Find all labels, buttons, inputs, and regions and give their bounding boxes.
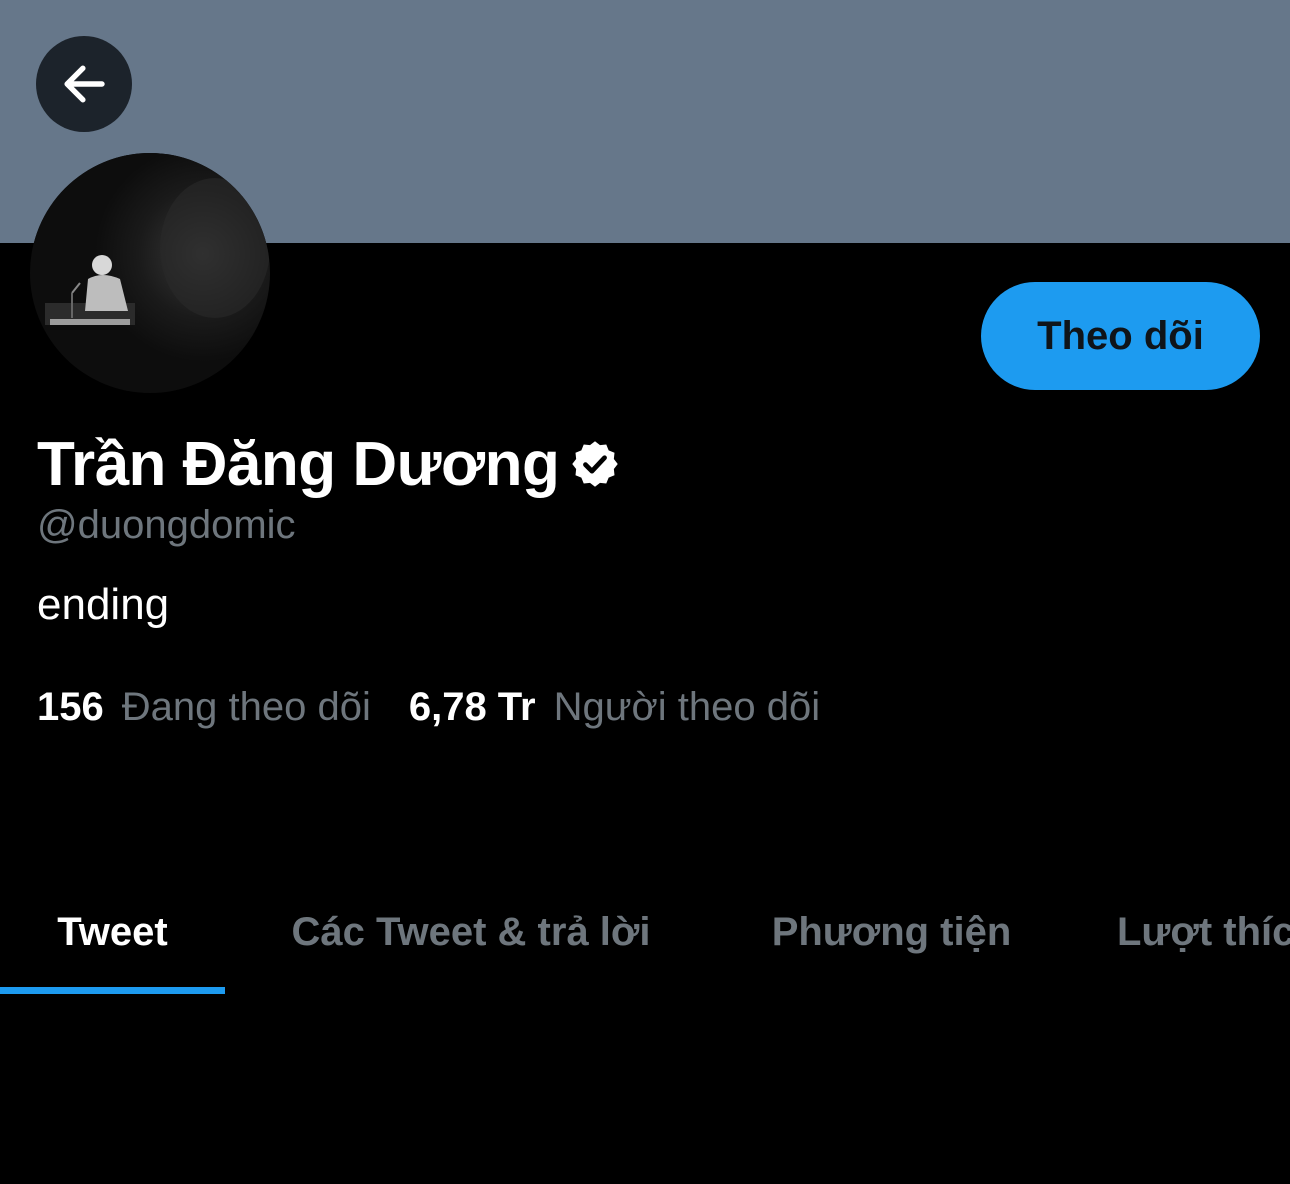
tab-label: Các Tweet & trả lời [291,909,651,954]
verified-badge-icon [572,441,619,487]
followers-count: 6,78 Tr [408,684,536,729]
back-button[interactable] [36,36,132,132]
arrow-left-icon [64,65,105,103]
active-tab-indicator [0,987,225,994]
following-count: 156 [37,684,104,729]
display-name: Trần Đăng Dương [37,429,560,499]
follow-button[interactable]: Theo dõi [981,282,1260,390]
tab-tweets[interactable]: Tweet [0,870,225,994]
profile-page: Theo dõi Trần Đăng Dương @duongdomic end… [0,0,1290,1184]
tab-label: Tweet [57,909,168,954]
avatar[interactable] [30,153,270,393]
tab-label: Lượt thích [1117,909,1290,954]
following-label: Đang theo dõi [121,684,371,729]
tab-media[interactable]: Phương tiện [717,870,1066,994]
profile-handle: @duongdomic [37,503,296,547]
followers-label: Người theo dõi [553,684,821,729]
tab-label: Phương tiện [771,909,1012,954]
followers-stat[interactable]: 6,78 Tr Người theo dõi [409,685,820,730]
tab-tweets-and-replies[interactable]: Các Tweet & trả lời [225,870,717,994]
profile-tabs: Tweet Các Tweet & trả lời Phương tiện Lư… [0,870,1290,994]
profile-bio: ending [37,580,170,629]
following-stat[interactable]: 156 Đang theo dõi [37,685,371,730]
tab-likes[interactable]: Lượt thích [1066,870,1290,994]
avatar-photo [30,153,270,393]
profile-name-row: Trần Đăng Dương [37,428,621,500]
profile-stats: 156 Đang theo dõi 6,78 Tr Người theo dõi [37,682,820,732]
